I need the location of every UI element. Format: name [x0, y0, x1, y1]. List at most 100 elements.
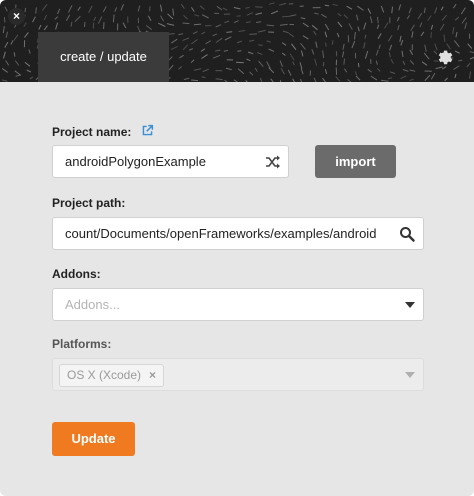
update-button-label: Update [71, 431, 116, 446]
pattern-dash [254, 67, 258, 72]
pattern-dash [259, 77, 263, 82]
pattern-dash [401, 50, 404, 57]
pattern-dash [257, 52, 263, 56]
pattern-dash [112, 14, 115, 23]
pattern-dash [266, 40, 271, 43]
pattern-dash [313, 30, 317, 36]
pattern-dash [216, 5, 223, 11]
pattern-dash [301, 50, 304, 57]
pattern-dash [331, 40, 334, 45]
pattern-dash [460, 7, 466, 15]
close-icon: × [12, 9, 20, 23]
pattern-dash [469, 56, 474, 60]
pattern-dash [453, 40, 460, 48]
pattern-dash [43, 25, 48, 31]
pattern-dash [441, 14, 448, 21]
pattern-dash [341, 51, 345, 58]
pattern-dash [77, 6, 81, 11]
pattern-dash [54, 16, 59, 20]
external-link-icon[interactable] [141, 124, 154, 137]
pattern-dash [15, 74, 21, 77]
pattern-dash [389, 44, 393, 51]
pattern-dash [182, 44, 189, 51]
pattern-dash [41, 3, 48, 11]
platform-chip: OS X (Xcode) × [59, 364, 165, 387]
pattern-dash [23, 22, 27, 28]
pattern-dash [354, 71, 358, 76]
pattern-dash [180, 3, 185, 9]
search-icon[interactable] [399, 226, 415, 242]
pattern-dash [380, 5, 385, 13]
pattern-dash [302, 22, 309, 28]
project-path-input[interactable]: count/Documents/openFrameworks/examples/… [52, 217, 424, 250]
pattern-dash [469, 71, 472, 79]
pattern-dash [1, 79, 8, 82]
shuffle-icon[interactable] [265, 154, 281, 170]
pattern-dash [467, 43, 473, 49]
pattern-dash [266, 61, 271, 69]
pattern-dash [68, 5, 73, 13]
pattern-dash [255, 12, 263, 15]
pattern-dash [13, 34, 19, 41]
pattern-dash [24, 61, 31, 67]
pattern-dash [337, 13, 342, 17]
pattern-dash [388, 51, 391, 58]
pattern-dash [5, 31, 8, 38]
pattern-dash [314, 12, 319, 15]
pattern-dash [351, 40, 356, 49]
project-name-label: Project name: [52, 124, 154, 139]
pattern-dash [453, 65, 460, 70]
update-button[interactable]: Update [52, 422, 135, 456]
pattern-dash [421, 61, 428, 66]
pattern-dash [369, 16, 373, 24]
pattern-dash [370, 75, 378, 81]
pattern-dash [225, 67, 232, 71]
pattern-dash [246, 58, 251, 62]
tab-create-update[interactable]: create / update [38, 32, 169, 82]
pattern-dash [246, 12, 254, 16]
pattern-dash [245, 21, 251, 23]
pattern-dash [281, 52, 286, 56]
pattern-dash [288, 32, 295, 38]
pattern-dash [377, 33, 382, 40]
pattern-dash [399, 35, 402, 42]
pattern-dash [271, 10, 279, 15]
pattern-dash [469, 51, 474, 54]
pattern-dash [268, 2, 275, 5]
project-name-input[interactable]: androidPolygonExample [52, 145, 289, 178]
pattern-dash [235, 61, 244, 64]
gear-icon[interactable] [436, 48, 454, 66]
pattern-dash [29, 76, 34, 80]
pattern-dash [322, 77, 326, 82]
platforms-select[interactable]: OS X (Xcode) × [52, 358, 424, 391]
pattern-dash [322, 50, 325, 58]
pattern-dash [114, 7, 118, 12]
pattern-dash [409, 49, 414, 56]
pattern-dash [324, 4, 330, 7]
pattern-dash [215, 37, 223, 43]
pattern-dash [367, 8, 372, 14]
pattern-dash [400, 75, 407, 80]
pattern-dash [423, 52, 430, 60]
pattern-dash [376, 67, 381, 72]
addons-select[interactable]: Addons... [52, 288, 424, 321]
pattern-dash [38, 24, 42, 30]
platforms-caret-down-icon [405, 372, 415, 378]
pattern-dash [423, 7, 426, 14]
pattern-dash [430, 72, 436, 80]
import-button[interactable]: import [315, 145, 396, 178]
pattern-dash [212, 33, 218, 37]
pattern-dash [255, 21, 262, 23]
pattern-dash [14, 60, 20, 66]
pattern-dash [74, 15, 81, 22]
pattern-dash [245, 80, 248, 82]
pattern-dash [435, 66, 443, 70]
pattern-dash [178, 66, 183, 70]
chip-remove-icon[interactable]: × [149, 368, 156, 382]
pattern-dash [238, 29, 246, 33]
pattern-dash [190, 59, 195, 63]
import-button-label: import [335, 154, 376, 169]
tab-label: create / update [60, 49, 147, 64]
close-button[interactable]: × [8, 8, 25, 25]
pattern-dash [167, 13, 174, 20]
